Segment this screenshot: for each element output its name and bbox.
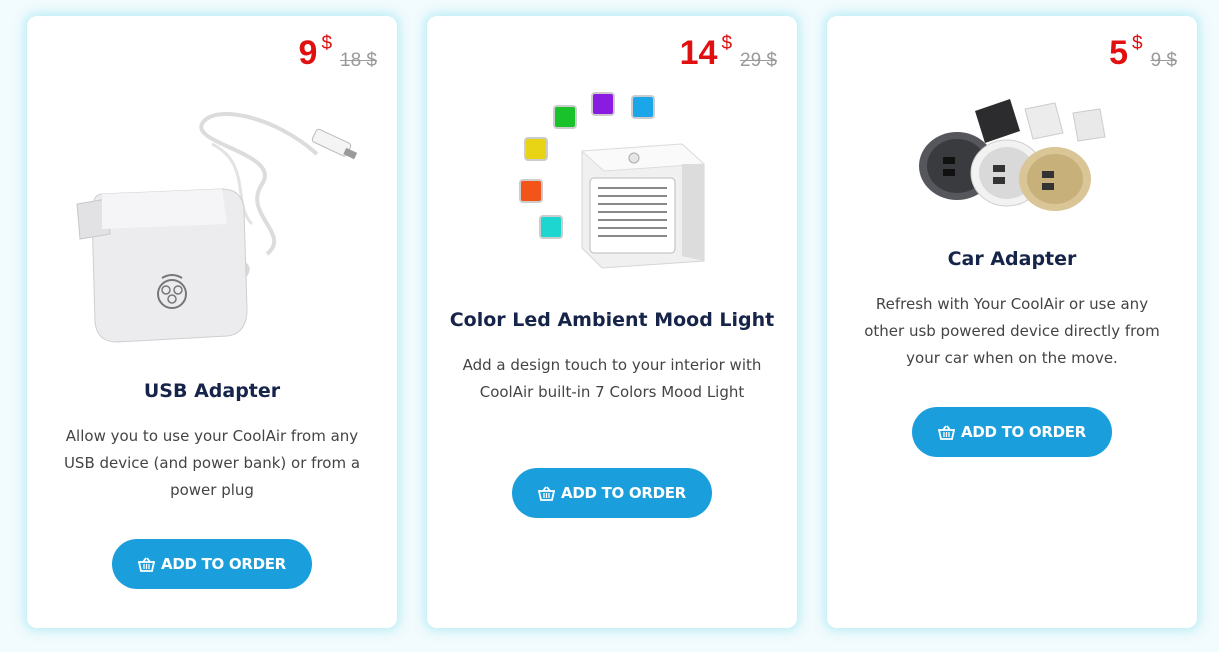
basket-icon	[538, 485, 556, 501]
add-to-order-button[interactable]: ADD TO ORDER	[912, 407, 1112, 457]
price-currency: $	[321, 33, 333, 54]
price-old: 9 $	[1150, 50, 1177, 71]
price-old: 18 $	[340, 50, 377, 71]
price-currency: $	[1132, 33, 1143, 54]
product-card-mood-light: 14 $ 29 $ Color Led Ambient Mood Light A…	[427, 16, 797, 628]
add-to-order-button[interactable]: ADD TO ORDER	[112, 539, 312, 589]
price-block: 14 $ 29 $	[679, 33, 777, 72]
led-color-swatch	[553, 105, 577, 129]
product-description: Allow you to use your CoolAir from any U…	[63, 427, 361, 499]
price-current: 9	[298, 34, 318, 72]
usb-adapter-image	[76, 112, 358, 343]
price-current: 5	[1109, 34, 1128, 72]
button-label: ADD TO ORDER	[161, 555, 286, 573]
mood-light-image	[519, 92, 706, 269]
product-description: Add a design touch to your interior with…	[462, 356, 762, 401]
product-card-car-adapter: 5 $ 9 $ Car Adapter Refresh with Your Co…	[827, 16, 1197, 628]
product-title: USB Adapter	[143, 380, 281, 402]
car-adapter-image	[919, 99, 1106, 211]
add-to-order-button[interactable]: ADD TO ORDER	[512, 468, 712, 518]
price-block: 9 $ 18 $	[298, 33, 377, 72]
price-currency: $	[721, 33, 733, 54]
product-description: Refresh with Your CoolAir or use any oth…	[864, 295, 1160, 367]
price-old: 29 $	[740, 50, 777, 71]
product-card-usb-adapter: 9 $ 18 $ USB Adapter Allow you to use yo…	[27, 16, 397, 628]
button-label: ADD TO ORDER	[961, 423, 1086, 441]
product-title: Car Adapter	[947, 248, 1077, 270]
led-color-swatch	[591, 92, 615, 116]
basket-icon	[138, 556, 156, 572]
led-color-swatch	[519, 179, 543, 203]
product-title: Color Led Ambient Mood Light	[449, 309, 775, 331]
led-color-swatch	[524, 137, 548, 161]
price-current: 14	[679, 34, 718, 72]
basket-icon	[938, 424, 956, 440]
led-color-swatch	[539, 215, 563, 239]
led-color-swatch	[631, 95, 655, 119]
product-grid: 9 $ 18 $ USB Adapter Allow you to use yo…	[0, 0, 1219, 652]
button-label: ADD TO ORDER	[561, 484, 686, 502]
price-block: 5 $ 9 $	[1109, 33, 1177, 72]
